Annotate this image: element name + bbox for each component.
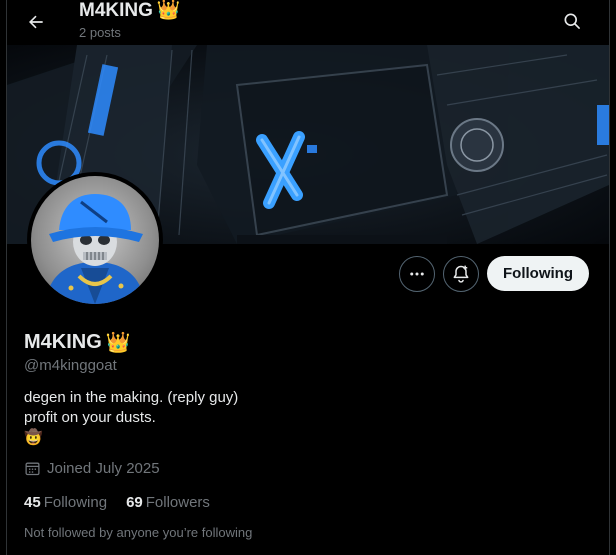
following-count: 45 [24,494,41,511]
following-button[interactable]: Following [487,256,589,291]
profile-header: M4KING 👑 2 posts [7,0,609,45]
more-dots-icon [410,272,424,276]
display-name-text: M4KING [24,331,102,353]
following-label: Following [43,494,108,511]
header-title-block: M4KING 👑 2 posts [79,0,181,40]
more-button[interactable] [399,256,435,292]
cowboy-emoji: 🤠 [24,429,43,446]
calendar-icon [25,462,40,476]
crown-emoji: 👑 [156,0,181,21]
user-handle: @m4kinggoat [24,357,117,374]
header-title-text: M4KING [79,0,153,21]
bell-plus-icon [453,265,469,283]
profile-bio: degen in the making. (reply guy) profit … [24,388,238,448]
join-date-text: Joined July 2025 [47,460,160,477]
profile-avatar[interactable] [27,172,163,308]
post-count: 2 posts [79,25,121,40]
followers-label: Followers [145,494,210,511]
header-title: M4KING 👑 [79,0,181,22]
notifications-button[interactable] [443,256,479,292]
display-name: M4KING 👑 [24,330,131,355]
avatar-art [45,194,145,304]
search-button[interactable] [557,6,587,36]
profile-page: M4KING 👑 2 posts Following M4KING 👑 @m4k… [6,0,610,555]
followers-link[interactable]: 69 Followers [126,494,210,511]
bio-line: degen in the making. (reply guy) [24,389,239,406]
follow-stats: 45 Following 69 Followers [24,494,210,511]
avatar-image [31,176,159,304]
following-link[interactable]: 45 Following [24,494,107,511]
crown-emoji: 👑 [105,332,131,354]
mutuals-note: Not followed by anyone you’re following [24,525,253,540]
join-date: Joined July 2025 [24,460,160,477]
search-icon [564,13,580,29]
bio-line: profit on your dusts. [24,409,156,426]
back-button[interactable] [21,7,51,37]
followers-count: 69 [126,494,143,511]
arrow-left-icon [29,15,43,29]
